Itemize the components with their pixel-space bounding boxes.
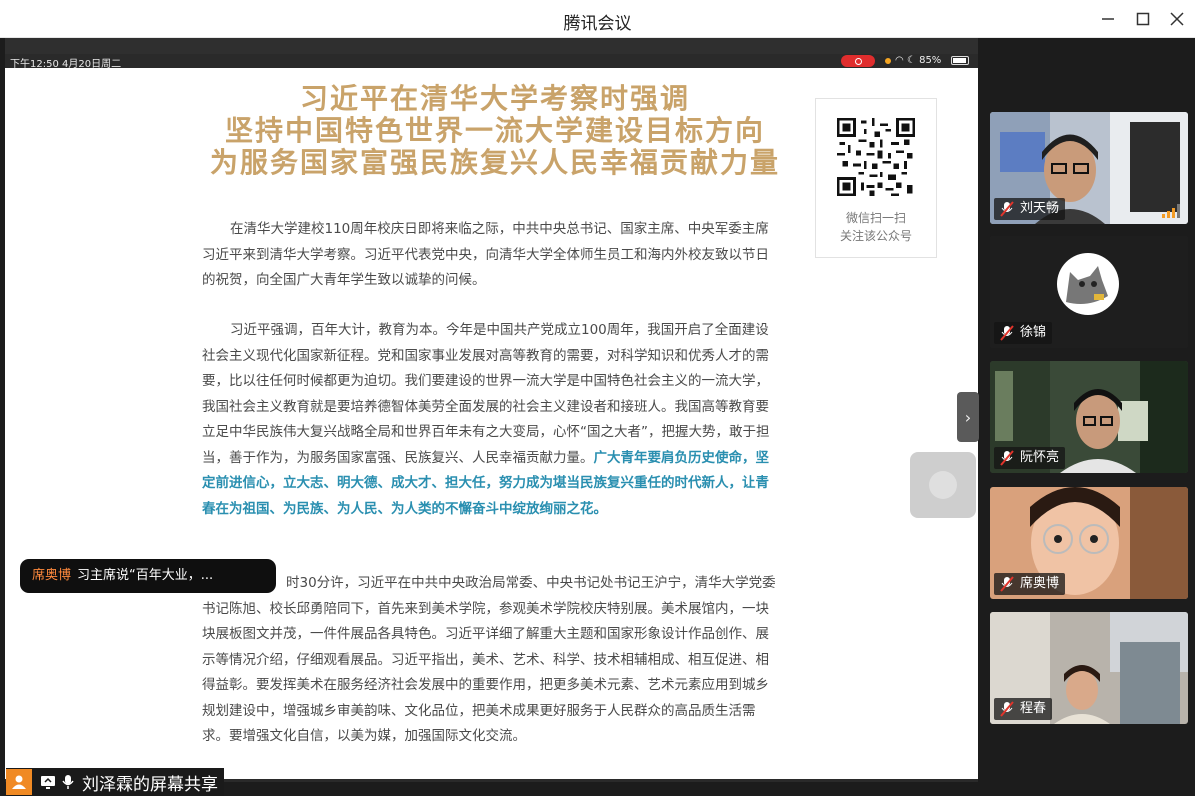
share-owner-text: 刘泽霖的屏幕共享 (82, 774, 218, 795)
expand-panel-button[interactable]: › (957, 392, 979, 442)
participant-tile[interactable]: 程春 (990, 612, 1188, 724)
mic-muted-icon (1000, 325, 1014, 341)
participant-name-tag: 阮怀亮 (994, 447, 1066, 469)
mic-muted-icon (1000, 201, 1014, 217)
participant-name-tag: 徐锦 (994, 322, 1053, 344)
shared-screen: 下午12:50 4月20日周二 ◠ ☾ 85% 习近平在清华大学考察时强调 坚持… (5, 38, 978, 782)
paragraph-2-text: 习近平强调，百年大计，教育为本。今年是中国共产党成立100周年，我国开启了全面建… (202, 322, 770, 466)
article-paragraph-1: 在清华大学建校110周年校庆日即将来临之际，中共中央总书记、国家主席、中央军委主… (202, 217, 782, 294)
live-caption: 席奥博 习主席说“百年大业，... (20, 559, 276, 593)
participant-tile[interactable]: 刘天畅 (990, 112, 1188, 224)
article-paragraph-2: 习近平强调，百年大计，教育为本。今年是中国共产党成立100周年，我国开启了全面建… (202, 318, 782, 522)
phone-status-bar: 下午12:50 4月20日周二 ◠ ☾ 85% (5, 54, 978, 70)
caption-speaker: 席奥博 (32, 568, 72, 583)
screen-share-label[interactable]: 刘泽霖的屏幕共享 (6, 768, 224, 796)
qr-caption-follow: 关注该公众号 (839, 229, 912, 243)
window-title: 腾讯会议 (563, 14, 632, 34)
participant-name: 席奥博 (1020, 576, 1060, 591)
record-icon (854, 57, 862, 65)
headline-line-1: 习近平在清华大学考察时强调 (299, 82, 690, 115)
mic-muted-icon (1000, 576, 1014, 592)
article-headline: 习近平在清华大学考察时强调 坚持中国特色世界一流大学建设目标方向 为服务国家富强… (195, 83, 795, 179)
qr-code-image (837, 118, 915, 196)
participant-name: 程春 (1020, 701, 1047, 716)
moon-icon: ☾ (906, 55, 916, 66)
battery-icon (951, 56, 969, 65)
participant-name-tag: 席奥博 (994, 573, 1066, 595)
floating-assist-button[interactable] (910, 452, 976, 518)
mic-muted-icon (1000, 701, 1014, 717)
meeting-window: 腾讯会议 下午12:50 4月20日周二 ◠ ☾ 85% 习近平在清华大学考察时… (0, 0, 1195, 796)
phone-top-border (5, 38, 978, 54)
paragraph-3-text: 时30分许，习近平在中共中央政治局常委、中央书记处书记王沪宁，清华大学党委书记陈… (202, 575, 776, 744)
mic-muted-icon (1000, 450, 1014, 466)
article-paragraph-3: 时30分许，习近平在中共中央政治局常委、中央书记处书记王沪宁，清华大学党委书记陈… (202, 571, 782, 750)
participant-name: 徐锦 (1020, 325, 1047, 340)
headline-line-2: 坚持中国特色世界一流大学建设目标方向 (224, 114, 765, 147)
participant-tile[interactable]: 阮怀亮 (990, 361, 1188, 473)
maximize-icon (1136, 12, 1150, 26)
participant-tile[interactable]: 徐锦 (990, 236, 1188, 348)
wifi-icon: ◠ (895, 55, 904, 66)
battery-percent: 85% (919, 55, 942, 66)
minimize-button[interactable] (1097, 8, 1119, 30)
participant-tile[interactable]: 席奥博 (990, 487, 1188, 599)
paragraph-1-text: 在清华大学建校110周年校庆日即将来临之际，中共中央总书记、国家主席、中央军委主… (202, 221, 769, 288)
close-button[interactable] (1166, 8, 1188, 30)
user-icon (6, 769, 32, 795)
participant-name-tag: 刘天畅 (994, 198, 1066, 220)
caption-text: 习主席说“百年大业，... (77, 568, 214, 583)
chevron-right-icon: › (964, 407, 972, 427)
qr-caption-scan: 微信扫一扫 (845, 211, 906, 225)
phone-status-icons: ◠ ☾ 85% (895, 55, 941, 66)
title-bar: 腾讯会议 (0, 0, 1195, 38)
signal-strength-icon (1162, 204, 1180, 218)
maximize-button[interactable] (1132, 8, 1154, 30)
headline-line-3: 为服务国家富强民族复兴人民幸福贡献力量 (209, 146, 780, 179)
qr-code-box: 微信扫一扫 关注该公众号 (815, 98, 937, 258)
screen-share-icon (41, 776, 55, 789)
participant-name: 刘天畅 (1020, 201, 1060, 216)
microphone-icon (62, 775, 74, 789)
close-icon (1170, 12, 1184, 26)
privacy-dot (885, 58, 891, 64)
minimize-icon (1102, 18, 1114, 20)
assist-icon (929, 471, 957, 499)
phone-time: 下午12:50 4月20日周二 (10, 59, 122, 70)
participant-name-tag: 程春 (994, 698, 1053, 720)
screen-record-indicator (841, 55, 875, 67)
participant-name: 阮怀亮 (1020, 450, 1060, 465)
